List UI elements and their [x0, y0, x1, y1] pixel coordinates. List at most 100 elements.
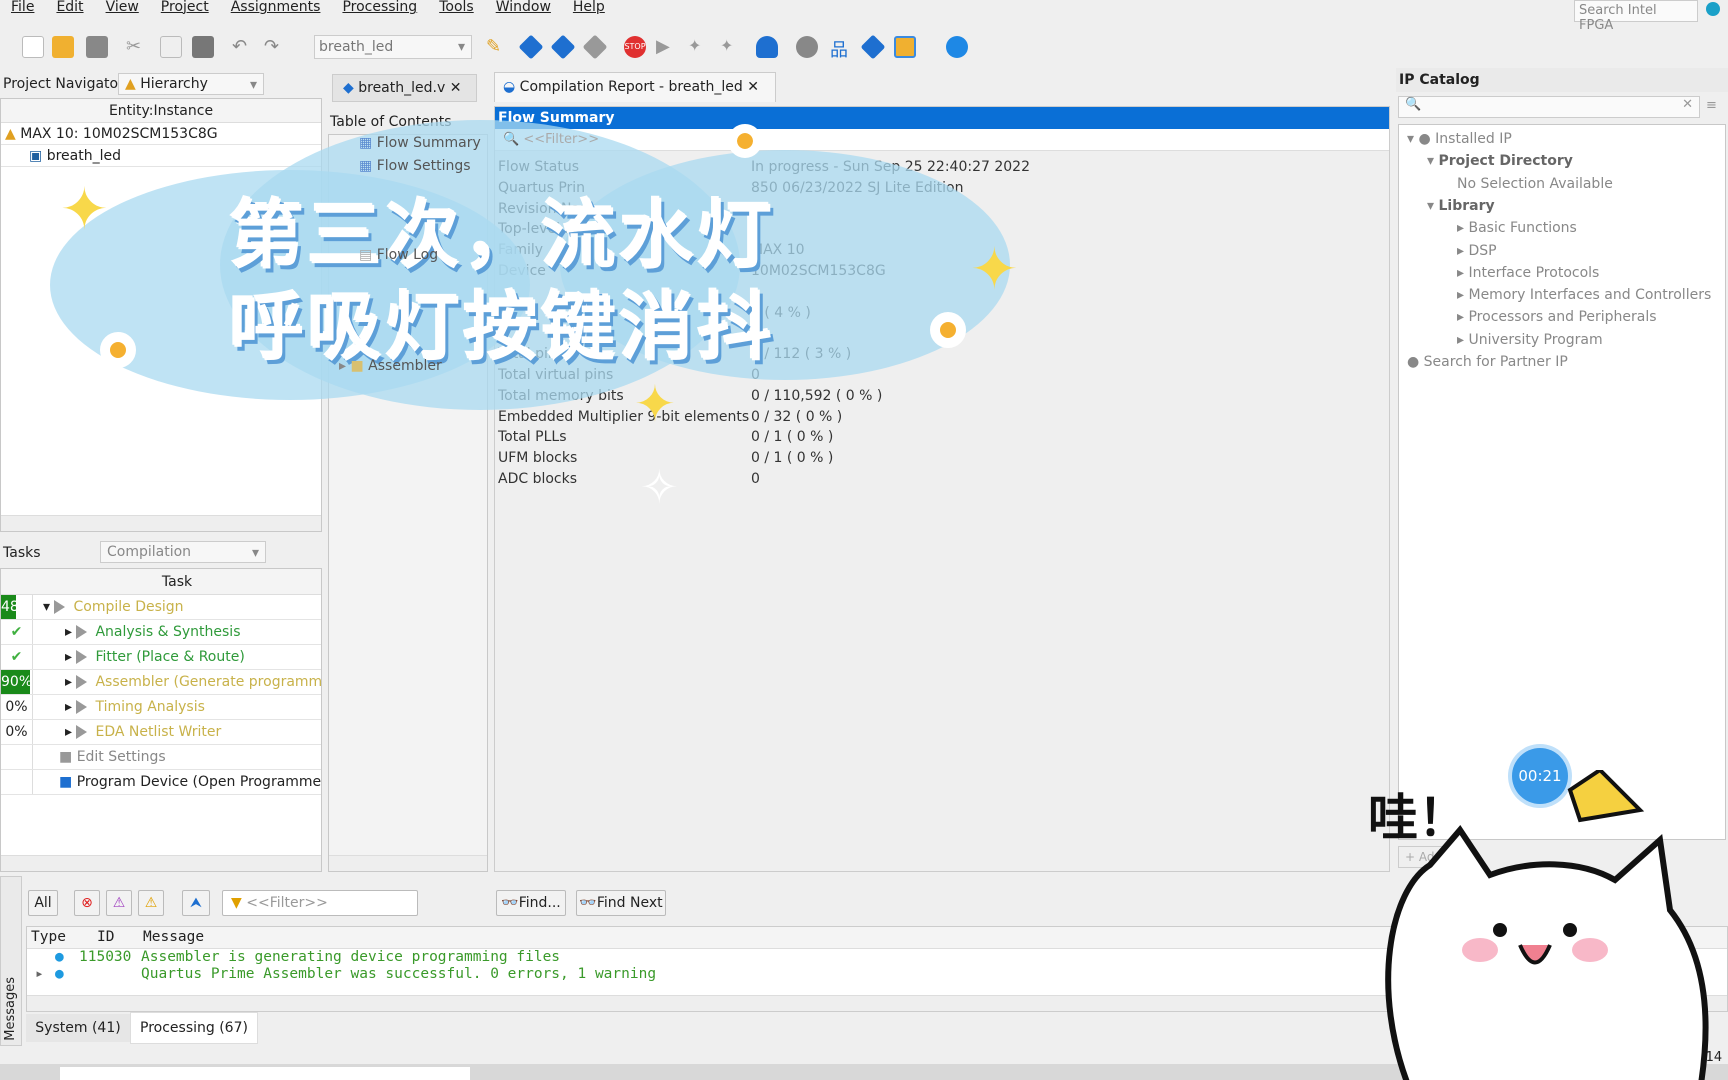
- undo-icon[interactable]: ↶: [232, 36, 254, 58]
- programmer-icon[interactable]: [860, 34, 886, 60]
- play-icon[interactable]: [76, 725, 88, 739]
- error-filter-button[interactable]: ⊗: [74, 890, 100, 916]
- timing-icon[interactable]: [796, 36, 818, 58]
- column-header-entity[interactable]: Entity:Instance: [1, 99, 321, 123]
- taskbar-search[interactable]: [60, 1067, 470, 1080]
- menu-tools[interactable]: Tools: [428, 0, 485, 18]
- find-button[interactable]: 👓Find...: [496, 890, 566, 916]
- collapse-arrow-icon[interactable]: ▾: [43, 599, 54, 615]
- tab-processing-messages[interactable]: Processing (67): [130, 1012, 258, 1044]
- menu-processing[interactable]: Processing: [331, 0, 428, 18]
- menu-window[interactable]: Window: [485, 0, 562, 18]
- toc-item-flow-settings[interactable]: ▦ Flow Settings: [359, 158, 471, 174]
- suppress-filter-button[interactable]: ⮝: [182, 890, 210, 916]
- ip-tree-item[interactable]: ▸ Memory Interfaces and Controllers: [1457, 287, 1711, 303]
- stop-icon[interactable]: STOP: [624, 36, 646, 58]
- hierarchy-dropdown[interactable]: ▲ Hierarchy: [118, 73, 264, 95]
- open-folder-icon[interactable]: [52, 36, 74, 58]
- play-icon[interactable]: [76, 650, 88, 664]
- tree-item-entity[interactable]: ▣ breath_led: [1, 145, 321, 167]
- redo-icon[interactable]: ↷: [264, 36, 286, 58]
- play-icon[interactable]: [76, 700, 88, 714]
- clear-icon[interactable]: ✕: [1682, 97, 1693, 112]
- play-icon[interactable]: [54, 600, 66, 614]
- horizontal-scrollbar[interactable]: [329, 855, 487, 871]
- task-row[interactable]: 90% ▸ Assembler (Generate programming fil…: [1, 670, 321, 695]
- tab-breath-led-v[interactable]: ◆ breath_led.v ✕: [332, 74, 477, 102]
- menu-edit[interactable]: Edit: [45, 0, 94, 18]
- expand-arrow-icon[interactable]: ▸: [1457, 265, 1468, 281]
- expand-arrow-icon[interactable]: ▸: [1457, 309, 1468, 325]
- ip-tree-item[interactable]: ▾ Library: [1427, 198, 1495, 214]
- menu-assignments[interactable]: Assignments: [220, 0, 332, 18]
- find-next-button[interactable]: 👓Find Next: [576, 890, 666, 916]
- entity-combo[interactable]: breath_led: [314, 35, 472, 59]
- ip-tree-item[interactable]: No Selection Available: [1457, 176, 1613, 192]
- play-icon[interactable]: [76, 625, 88, 639]
- flow-dropdown[interactable]: Compilation: [100, 541, 266, 563]
- cut-icon[interactable]: ✂: [126, 36, 148, 58]
- collapse-arrow-icon[interactable]: ▾: [1427, 153, 1438, 169]
- filter-all-button[interactable]: All: [28, 890, 58, 916]
- analysis-icon[interactable]: [518, 34, 544, 60]
- ip-tree-item[interactable]: ▸ DSP: [1457, 243, 1497, 259]
- close-icon[interactable]: ✕: [450, 80, 462, 96]
- task-row[interactable]: ■ Edit Settings: [1, 745, 321, 770]
- task-row[interactable]: 0% ▸ Timing Analysis: [1, 695, 321, 720]
- ip-tree-item[interactable]: ▸ Processors and Peripherals: [1457, 309, 1657, 325]
- new-file-icon[interactable]: [22, 36, 44, 58]
- expand-arrow-icon[interactable]: ▸: [65, 674, 76, 690]
- expand-arrow-icon[interactable]: ▸: [1457, 332, 1468, 348]
- netlist-icon[interactable]: 品: [830, 36, 852, 61]
- menu-view[interactable]: View: [95, 0, 150, 18]
- close-icon[interactable]: ✕: [747, 79, 759, 95]
- column-header-task[interactable]: Task: [1, 569, 321, 595]
- copy-icon[interactable]: [160, 36, 182, 58]
- ip-tree-item[interactable]: ▸ Basic Functions: [1457, 220, 1577, 236]
- ip-search-input[interactable]: 🔍 ✕: [1398, 96, 1700, 118]
- column-message[interactable]: Message: [143, 929, 204, 945]
- task-row[interactable]: 0% ▸ EDA Netlist Writer: [1, 720, 321, 745]
- expand-arrow-icon[interactable]: ▸: [65, 649, 76, 665]
- play-icon[interactable]: [76, 675, 88, 689]
- task-row[interactable]: ✔ ▸ Analysis & Synthesis: [1, 620, 321, 645]
- menu-project[interactable]: Project: [150, 0, 220, 18]
- tree-item-device[interactable]: ▲ MAX 10: 10M02SCM153C8G: [1, 123, 321, 145]
- save-icon[interactable]: [86, 36, 108, 58]
- ip-tree-item[interactable]: ▸ Interface Protocols: [1457, 265, 1599, 281]
- help-chat-icon[interactable]: [946, 36, 968, 58]
- task-row[interactable]: ✔ ▸ Fitter (Place & Route): [1, 645, 321, 670]
- expand-arrow-icon[interactable]: ▸: [35, 966, 44, 982]
- compile-icon[interactable]: [582, 34, 608, 60]
- ip-options-icon[interactable]: ≡: [1706, 98, 1717, 113]
- menu-help[interactable]: Help: [562, 0, 616, 18]
- tab-compilation-report[interactable]: ◒ Compilation Report - breath_led ✕: [494, 72, 776, 102]
- expand-arrow-icon[interactable]: ▸: [1457, 287, 1468, 303]
- paste-icon[interactable]: [192, 36, 214, 58]
- column-id[interactable]: ID: [97, 929, 114, 945]
- horizontal-scrollbar[interactable]: [1, 515, 321, 531]
- task-row[interactable]: 48% ▾ Compile Design: [1, 595, 321, 620]
- expand-arrow-icon[interactable]: ▸: [65, 624, 76, 640]
- task-row[interactable]: ■ Program Device (Open Programmer): [1, 770, 321, 795]
- fitter-icon[interactable]: ✦: [688, 36, 710, 58]
- expand-arrow-icon[interactable]: ▸: [65, 724, 76, 740]
- toc-item-flow-log[interactable]: ▤ Flow Log: [359, 247, 438, 263]
- column-type[interactable]: Type: [31, 929, 66, 945]
- menu-file[interactable]: File: [0, 0, 45, 18]
- report-icon[interactable]: [756, 36, 778, 58]
- warning-filter-button[interactable]: ⚠: [138, 890, 164, 916]
- toc-item-flow-summary[interactable]: ▦ Flow Summary: [359, 135, 481, 151]
- expand-arrow-icon[interactable]: ▸: [65, 699, 76, 715]
- chip-planner-icon[interactable]: [894, 36, 916, 58]
- critical-warning-filter-button[interactable]: ⚠: [106, 890, 132, 916]
- edit-pencil-icon[interactable]: ✎: [486, 36, 508, 58]
- assembler-icon[interactable]: ✦: [720, 36, 742, 58]
- expand-arrow-icon[interactable]: ▸: [1457, 220, 1468, 236]
- messages-side-tab[interactable]: Messages: [0, 876, 22, 1046]
- horizontal-scrollbar[interactable]: [1, 855, 321, 871]
- tab-system-messages[interactable]: System (41): [26, 1014, 130, 1042]
- ip-tree-item[interactable]: ▾ Project Directory: [1427, 153, 1573, 169]
- ip-tree-item[interactable]: ▾ ● Installed IP: [1407, 131, 1512, 147]
- start-analysis-icon[interactable]: [550, 34, 576, 60]
